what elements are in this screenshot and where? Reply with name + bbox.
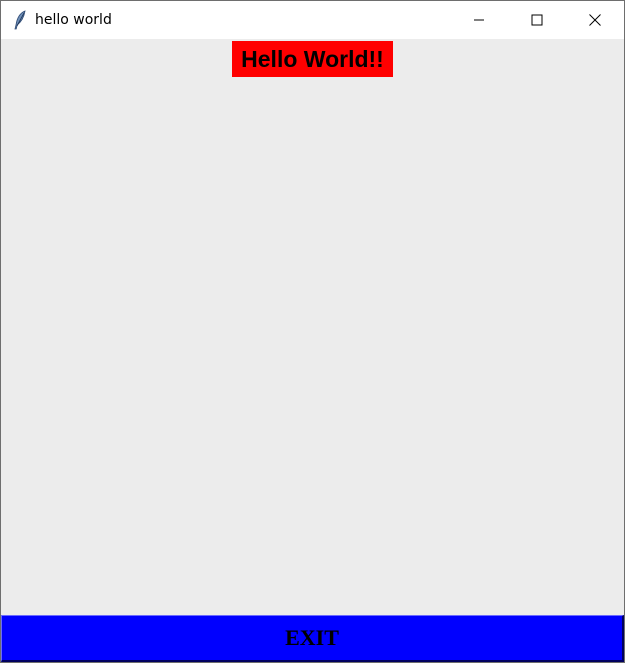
hello-label: Hello World!! <box>232 41 393 77</box>
minimize-icon <box>474 19 484 21</box>
close-button[interactable] <box>566 1 624 39</box>
title-bar[interactable]: hello world <box>1 1 624 39</box>
window-controls <box>450 1 624 39</box>
window-title: hello world <box>35 12 112 28</box>
feather-icon <box>13 10 27 30</box>
maximize-icon <box>531 14 543 26</box>
app-window: hello world Hello World!! EXIT <box>0 0 625 663</box>
client-area: Hello World!! EXIT <box>1 39 624 662</box>
close-icon <box>589 14 601 26</box>
maximize-button[interactable] <box>508 1 566 39</box>
minimize-button[interactable] <box>450 1 508 39</box>
exit-button[interactable]: EXIT <box>1 615 624 662</box>
